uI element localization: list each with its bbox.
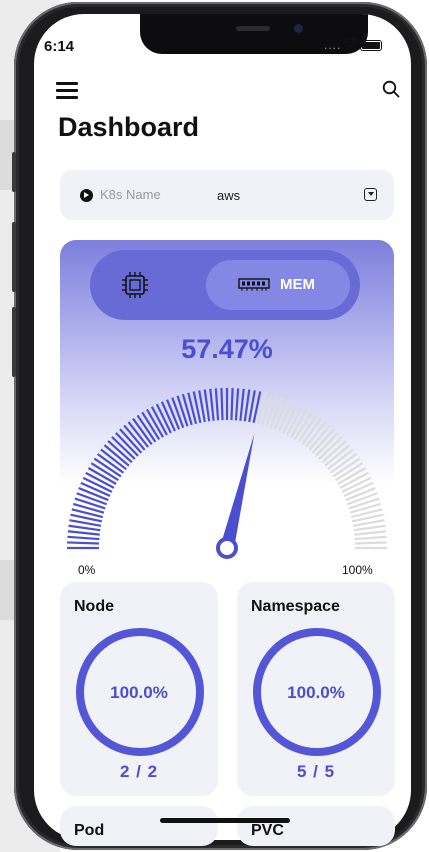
gauge-percent: 57.47% — [181, 334, 273, 364]
namespace-stat-card[interactable]: Namespace 100.0% 5 / 5 — [237, 582, 395, 796]
gauge-tick-filled — [239, 388, 245, 421]
gauge-tick-filled — [67, 541, 100, 545]
selector-label: K8s Name — [100, 187, 161, 202]
gauge-tick-filled — [220, 388, 224, 421]
gauge-tick-filled — [214, 388, 220, 421]
node-percent: 100.0% — [110, 683, 168, 702]
dropdown-icon[interactable] — [364, 188, 377, 201]
usage-gauge-card: MEM 57.47% 0% 100% — [60, 240, 394, 580]
gauge-tick-filled — [203, 389, 211, 422]
camera — [294, 24, 303, 33]
gauge-tick-filled — [234, 388, 240, 421]
play-circle-icon — [80, 189, 93, 202]
volume-up-button — [12, 222, 16, 292]
metric-toggle: MEM — [90, 250, 360, 320]
gauge-dial — [67, 388, 387, 559]
home-indicator — [160, 818, 290, 823]
node-title: Node — [74, 598, 114, 615]
mem-toggle-button[interactable]: MEM — [206, 260, 350, 310]
memory-icon — [238, 278, 270, 291]
pvc-title: PVC — [251, 822, 284, 839]
gauge-min-label: 0% — [78, 563, 96, 577]
gauge-tick-filled — [67, 535, 100, 541]
gauge-tick-filled — [68, 524, 101, 532]
gauge-tick-empty — [354, 530, 387, 536]
gauge-tick-empty — [348, 497, 380, 510]
pod-stat-card[interactable]: Pod — [60, 806, 218, 846]
cpu-icon[interactable] — [120, 270, 150, 300]
speaker — [236, 26, 270, 31]
gauge-tick-filled — [230, 388, 234, 421]
battery-icon — [360, 40, 382, 51]
gauge-tick-filled — [243, 389, 251, 422]
status-time: 6:14 — [44, 38, 75, 55]
gauge-tick-filled — [74, 497, 106, 510]
gauge-max-label: 100% — [342, 563, 373, 577]
namespace-title: Namespace — [251, 598, 340, 615]
gauge-tick-empty — [354, 535, 387, 541]
page-title: Dashboard — [58, 112, 200, 142]
namespace-percent: 100.0% — [287, 683, 345, 702]
pvc-stat-card[interactable]: PVC — [237, 806, 395, 846]
node-stat-card[interactable]: Node 100.0% 2 / 2 — [60, 582, 218, 796]
gauge-tick-filled — [176, 395, 189, 427]
gauge-tick-filled — [67, 530, 100, 536]
search-icon[interactable] — [382, 80, 400, 98]
mem-label: MEM — [280, 276, 315, 293]
gauge-tick-empty — [354, 541, 387, 545]
mute-switch — [12, 152, 16, 192]
k8s-name-selector[interactable]: K8s Name aws — [60, 170, 394, 220]
gauge-needle — [220, 433, 255, 550]
signal-dots: .... — [324, 38, 342, 52]
wifi-icon — [342, 38, 358, 49]
selector-value: aws — [217, 188, 241, 203]
gauge-hub — [216, 537, 238, 559]
gauge-tick-filled — [209, 388, 215, 421]
gauge-tick-empty — [265, 395, 278, 427]
menu-icon[interactable] — [56, 82, 78, 99]
gauge-tick-empty — [353, 524, 386, 532]
node-count: 2 / 2 — [119, 762, 159, 781]
pod-title: Pod — [74, 822, 105, 839]
namespace-count: 5 / 5 — [296, 762, 336, 781]
volume-down-button — [12, 307, 16, 377]
